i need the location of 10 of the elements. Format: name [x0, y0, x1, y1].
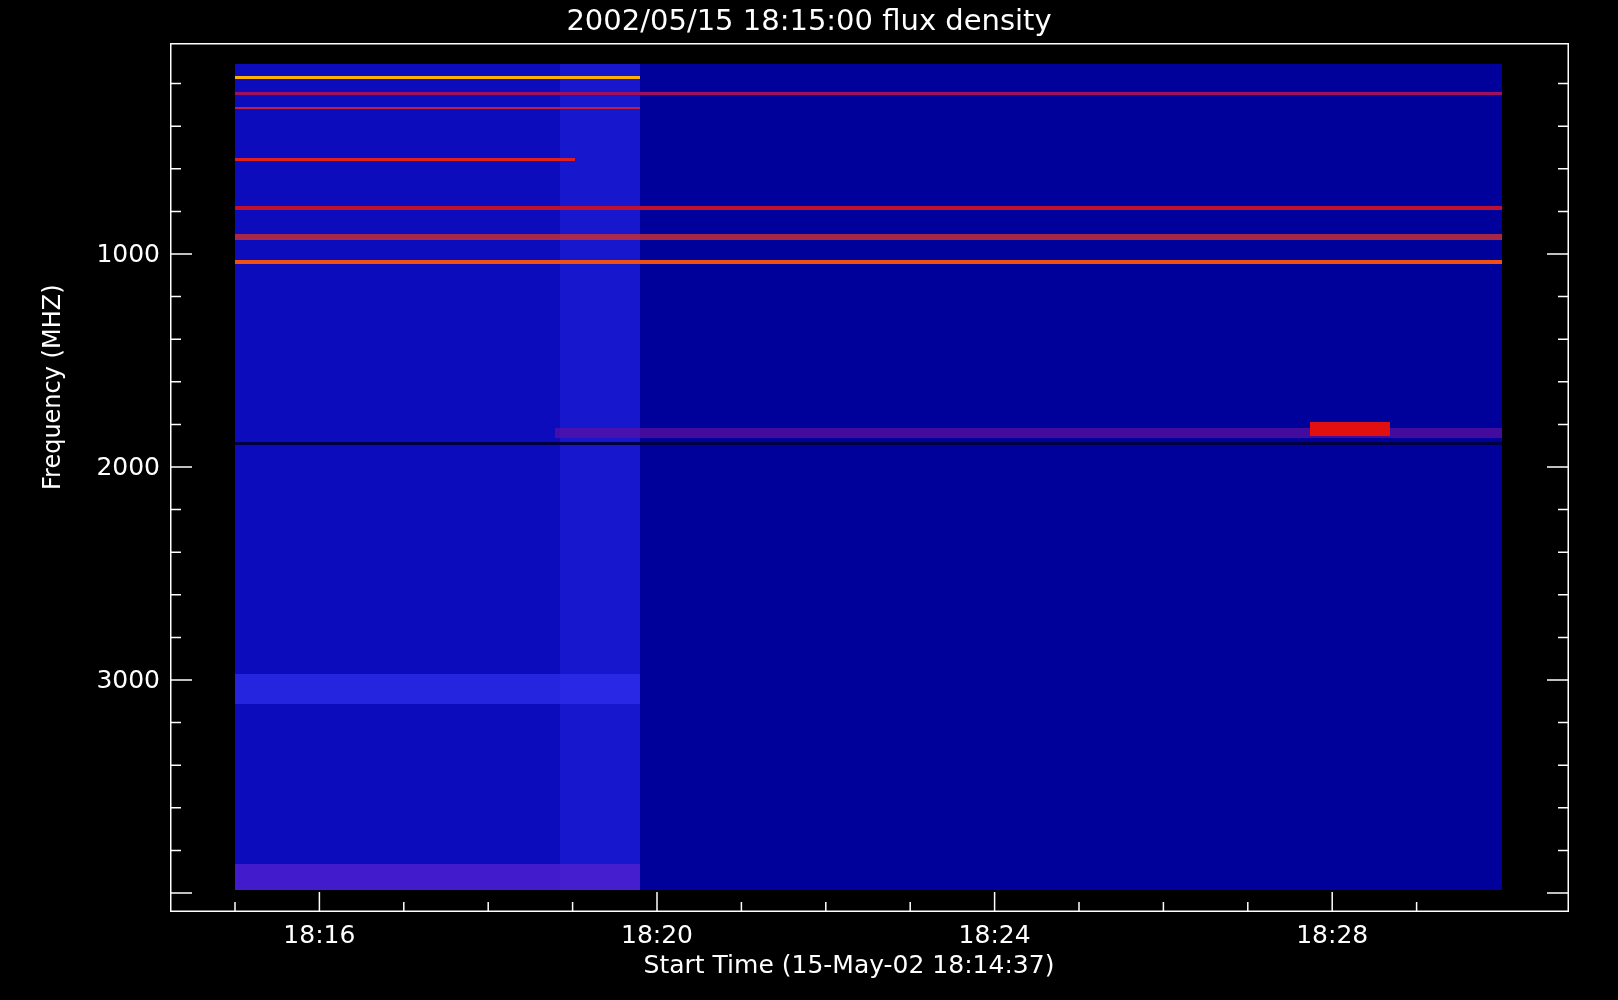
x-tick-label: 18:28	[1296, 920, 1369, 950]
x-tick-label: 18:24	[958, 920, 1031, 950]
y-tick-label: 2000	[96, 452, 160, 482]
x-axis-label: Start Time (15-May-02 18:14:37)	[642, 950, 1056, 980]
y-tick-label: 1000	[96, 239, 160, 269]
chart-title: 2002/05/15 18:15:00 flux density	[565, 2, 1053, 38]
x-tick-label: 18:16	[283, 920, 356, 950]
x-tick-label: 18:20	[621, 920, 693, 950]
y-axis-label: Frequency (MHZ)	[38, 284, 66, 490]
y-tick-label: 3000	[96, 665, 160, 695]
